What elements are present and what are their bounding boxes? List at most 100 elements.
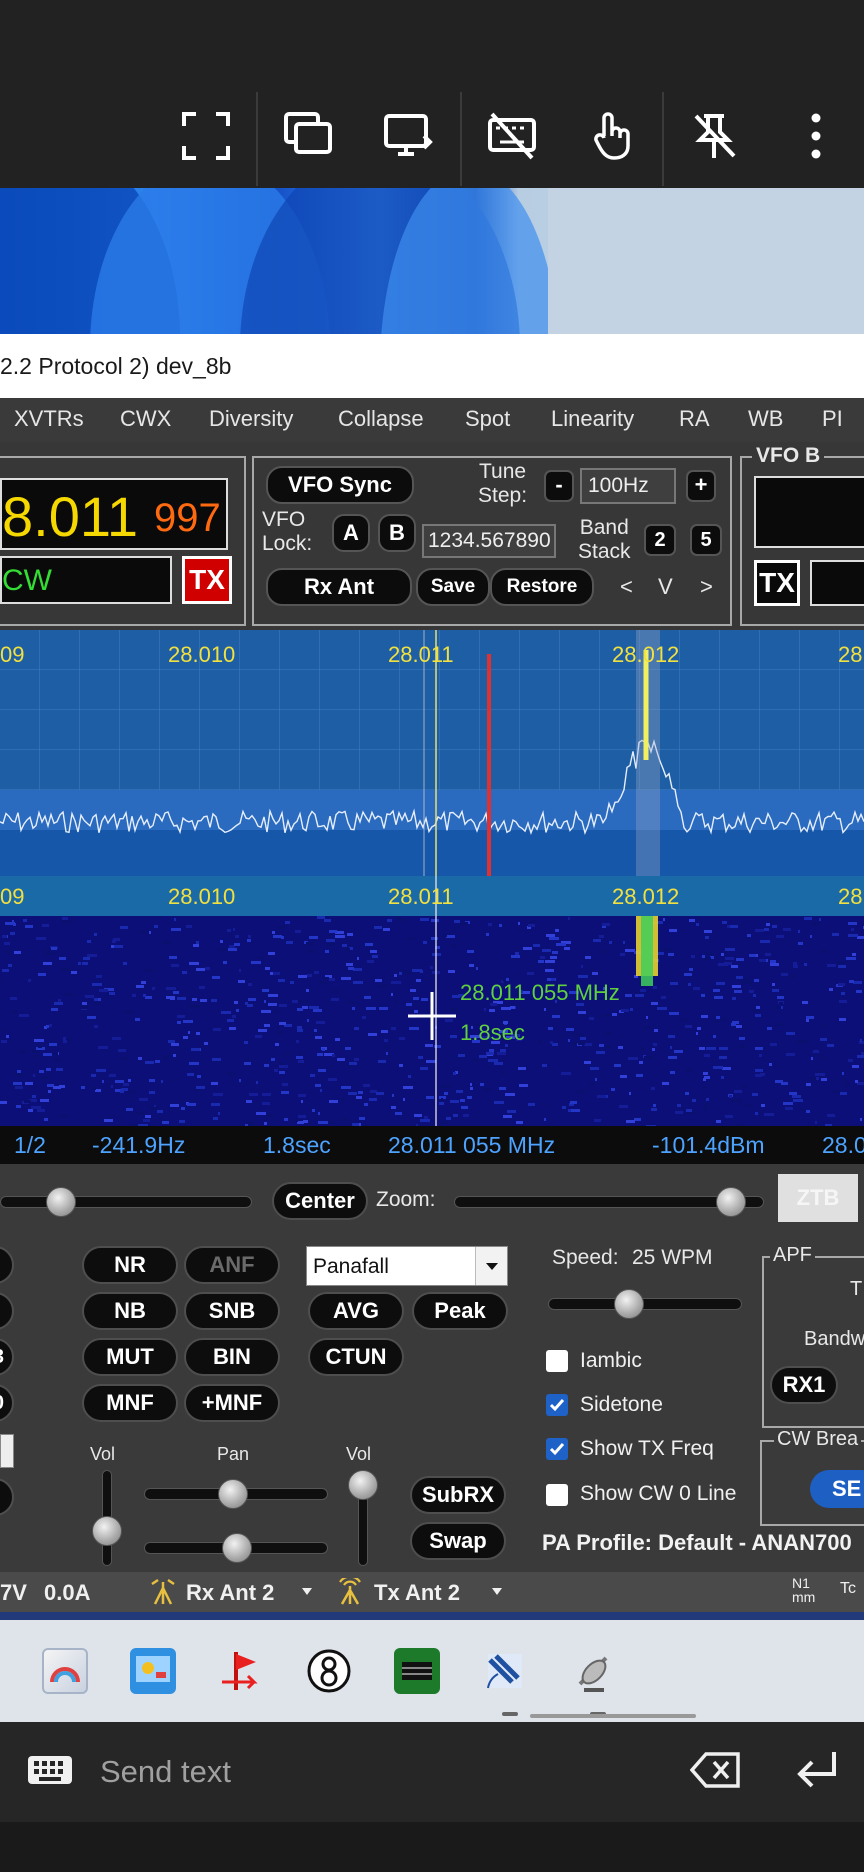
rx1-button[interactable]: RX1 [770,1366,838,1404]
cw-speed-slider-track[interactable] [548,1298,742,1310]
waterfall-speckle [444,1092,448,1095]
partial-left-button[interactable] [0,1478,14,1516]
eight-ball-icon[interactable] [306,1648,352,1694]
subrx-pan-slider-thumb[interactable] [222,1533,252,1563]
send-text-input[interactable] [100,1746,660,1798]
menu-item-linearity[interactable]: Linearity [551,406,634,432]
vfo-a-tx-button[interactable]: TX [182,556,232,604]
waterfall-speckle [251,961,261,964]
waterfall-speckle [755,929,764,932]
band-stack-down-button[interactable]: V [658,574,673,600]
waterfall[interactable]: 09 28.010 28.011 28.012 28 28.011 055 MH… [0,876,864,1126]
circuit-board-icon[interactable] [394,1648,440,1694]
avg-button[interactable]: AVG [308,1292,404,1330]
partial-left-stepper[interactable] [0,1434,14,1468]
vfo-lock-a-button[interactable]: A [332,514,370,552]
fullscreen-icon[interactable] [180,110,232,162]
peak-button[interactable]: Peak [412,1292,508,1330]
partial-left-button[interactable] [0,1246,14,1284]
waterfall-speckle [620,1075,627,1078]
cw-speed-slider-thumb[interactable] [614,1289,645,1319]
unpin-icon[interactable] [688,110,740,162]
zoom-slider-thumb[interactable] [716,1187,746,1217]
show-tx-freq-checkbox[interactable] [546,1438,568,1460]
keyboard-off-icon[interactable] [486,110,538,162]
vfo-b-display[interactable] [754,476,864,548]
ztb-button[interactable]: ZTB [778,1174,858,1222]
panadapter[interactable]: 09 28.010 28.011 28.012 28 [0,630,864,876]
snb-button[interactable]: SNB [184,1292,280,1330]
backspace-icon[interactable] [690,1750,742,1790]
subrx-button[interactable]: SubRX [410,1476,506,1514]
chevron-down-icon[interactable] [475,1247,507,1285]
status-rx-ant[interactable]: Rx Ant 2 [186,1580,274,1606]
vol2-slider-thumb[interactable] [348,1470,378,1500]
menu-item-collapse[interactable]: Collapse [338,406,424,432]
waterfall-speckle [441,1098,443,1101]
partial-left-button[interactable]: 3 [0,1338,14,1376]
plus-mnf-button[interactable]: +MNF [184,1384,280,1422]
enter-icon[interactable] [794,1748,840,1792]
status-tx-ant[interactable]: Tx Ant 2 [374,1580,460,1606]
band-stack-button-2[interactable]: 2 [644,524,676,556]
menu-item-pi[interactable]: PI [822,406,843,432]
chevron-down-icon[interactable] [300,1586,314,1598]
menu-item-cwx[interactable]: CWX [120,406,171,432]
show-cw-0-line-checkbox[interactable] [546,1484,568,1506]
tune-step-minus-button[interactable]: - [544,470,574,502]
keyboard-icon[interactable] [26,1752,74,1788]
waterfall-speckle [713,1035,716,1038]
menu-item-xvtrs[interactable]: XVTRs [14,406,84,432]
photos-icon[interactable] [42,1648,88,1694]
chevron-down-icon[interactable] [490,1586,504,1598]
pan-slider-track[interactable] [0,1196,252,1208]
radar-icon[interactable] [570,1648,616,1694]
band-stack-prev-button[interactable]: < [620,574,633,600]
menu-item-diversity[interactable]: Diversity [209,406,293,432]
taskbar-scrollbar[interactable] [530,1714,696,1718]
waterfall-speckle [25,1082,33,1085]
waterfall-speckle [268,994,278,997]
band-stack-button-5[interactable]: 5 [690,524,722,556]
partial-left-button[interactable]: 0 [0,1384,14,1422]
vol-slider-thumb[interactable] [92,1516,122,1546]
pan-slider-thumb[interactable] [218,1479,248,1509]
window-title-bar[interactable]: 2.2 Protocol 2) dev_8b [0,334,864,398]
tune-step-plus-button[interactable]: + [686,470,716,502]
windows-icon[interactable] [282,110,334,162]
tune-step-value[interactable]: 100Hz [580,468,676,504]
mnf-button[interactable]: MNF [82,1384,178,1422]
nb-button[interactable]: NB [82,1292,178,1330]
cw-break-se-button[interactable]: SE [810,1470,864,1508]
partial-left-button[interactable] [0,1292,14,1330]
restore-button[interactable]: Restore [490,568,594,606]
memory-frequency-field[interactable]: 1234.567890 [422,524,556,558]
pan-slider-thumb[interactable] [46,1187,76,1217]
vfo-a-display[interactable]: 8.011 997 [0,478,228,550]
menu-item-spot[interactable]: Spot [465,406,510,432]
menu-item-ra[interactable]: RA [679,406,710,432]
control-panel-icon[interactable] [130,1648,176,1694]
more-vert-icon[interactable] [796,110,848,162]
satellite-icon[interactable] [482,1648,528,1694]
sidetone-checkbox[interactable] [546,1394,568,1416]
touch-icon[interactable] [586,110,638,162]
mut-button[interactable]: MUT [82,1338,178,1376]
bin-button[interactable]: BIN [184,1338,280,1376]
vfo-b-tx-button[interactable]: TX [754,560,800,606]
center-button[interactable]: Center [272,1182,368,1220]
display-switch-icon[interactable] [382,110,434,162]
vfo-sync-button[interactable]: VFO Sync [266,466,414,504]
nr-button[interactable]: NR [82,1246,178,1284]
save-button[interactable]: Save [416,568,490,606]
anf-button[interactable]: ANF [184,1246,280,1284]
iambic-checkbox[interactable] [546,1350,568,1372]
band-stack-next-button[interactable]: > [700,574,713,600]
vfo-lock-b-button[interactable]: B [378,514,416,552]
ctun-button[interactable]: CTUN [308,1338,404,1376]
menu-item-wb[interactable]: WB [748,406,783,432]
swap-button[interactable]: Swap [410,1522,506,1560]
flag-app-icon[interactable] [218,1648,264,1694]
rx-ant-button[interactable]: Rx Ant [266,568,412,606]
display-mode-select[interactable]: Panafall [306,1246,508,1286]
